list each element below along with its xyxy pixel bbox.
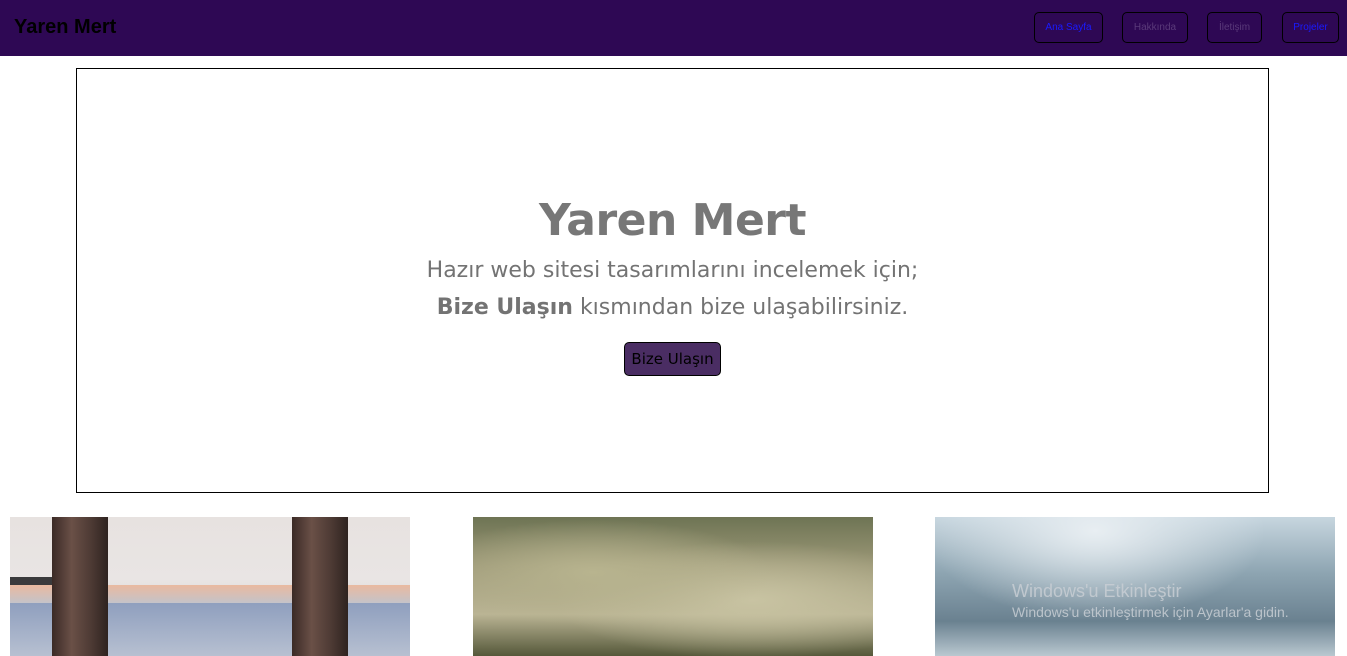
hero-description-line2: Bize Ulaşın kısmından bize ulaşabilirsin… <box>77 293 1268 323</box>
nav-projects-button[interactable]: Projeler <box>1282 12 1339 43</box>
fog-landscape-photo <box>473 517 873 656</box>
hero-title: Yaren Mert <box>538 195 807 246</box>
brand-logo[interactable]: Yaren Mert <box>14 15 116 39</box>
hero-description-rest: kısmından bize ulaşabilirsiniz. <box>572 295 909 320</box>
cloudy-sky-photo <box>935 517 1335 656</box>
nav-contact-button[interactable]: İletişim <box>1207 12 1262 43</box>
window-frame-left <box>52 517 108 656</box>
window-frame-right <box>292 517 348 656</box>
nav-home-button[interactable]: Ana Sayfa <box>1034 12 1103 43</box>
hero-description-line1: Hazır web sitesi tasarımlarını incelemek… <box>426 258 919 283</box>
contact-us-button[interactable]: Bize Ulaşın <box>624 342 721 376</box>
window-view-photo <box>10 517 410 656</box>
navbar: Yaren Mert Ana Sayfa Hakkında İletişim P… <box>0 0 1347 56</box>
hero-bold-link-text: Bize Ulaşın <box>436 295 573 320</box>
nav-about-button[interactable]: Hakkında <box>1122 12 1188 43</box>
hero-section: Yaren Mert Hazır web sitesi tasarımların… <box>76 68 1269 493</box>
